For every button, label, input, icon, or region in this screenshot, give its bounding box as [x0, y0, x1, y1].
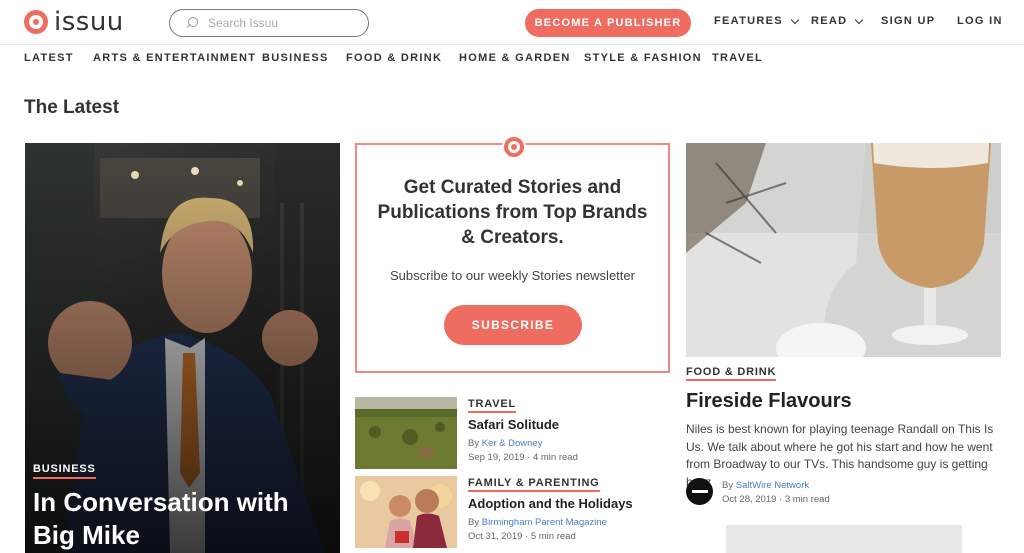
subscribe-button[interactable]: SUBSCRIBE: [444, 305, 582, 345]
nav-read-label: READ: [811, 15, 848, 27]
publisher-logo-mark: [691, 490, 708, 493]
issuu-logo[interactable]: issuu: [24, 9, 124, 35]
category-business[interactable]: BUSINESS: [262, 52, 329, 64]
author-link[interactable]: Ker & Downey: [482, 438, 543, 449]
become-publisher-button[interactable]: BECOME A PUBLISHER: [525, 9, 691, 37]
category-latest[interactable]: LATEST: [24, 52, 74, 64]
newsletter-title: Get Curated Stories and Publications fro…: [377, 177, 648, 248]
category-travel[interactable]: TRAVEL: [712, 52, 763, 64]
story-thumbnail[interactable]: [355, 476, 457, 548]
next-story-thumbnail[interactable]: [726, 525, 962, 553]
search-input[interactable]: [208, 16, 358, 30]
feature-title[interactable]: In Conversation with Big Mike: [33, 486, 333, 552]
chevron-down-icon: [855, 15, 864, 24]
category-bar: LATEST ARTS & ENTERTAINMENT BUSINESS FOO…: [0, 45, 1024, 71]
story-date: Oct 31, 2019 · 5 min read: [468, 531, 576, 542]
category-style-fashion[interactable]: STYLE & FASHION: [584, 52, 702, 64]
story-title[interactable]: Adoption and the Holidays: [468, 496, 633, 511]
category-food-drink[interactable]: FOOD & DRINK: [346, 52, 442, 64]
right-story-category-tag[interactable]: FOOD & DRINK: [686, 366, 777, 381]
nav-sign-up[interactable]: SIGN UP: [881, 15, 935, 27]
newsletter-signup-box: Get Curated Stories and Publications fro…: [355, 135, 670, 373]
publisher-avatar[interactable]: [686, 478, 713, 505]
story-thumbnail[interactable]: [355, 397, 457, 469]
feature-category-tag[interactable]: BUSINESS: [33, 463, 96, 479]
search-icon: [186, 17, 198, 29]
story-date: Sep 19, 2019 · 4 min read: [468, 452, 578, 463]
nav-log-in[interactable]: LOG IN: [957, 15, 1003, 27]
story-title[interactable]: Safari Solitude: [468, 417, 559, 432]
story-card[interactable]: FAMILY & PARENTING Adoption and the Holi…: [355, 476, 670, 550]
search-box[interactable]: [169, 9, 369, 37]
right-story-byline: By SaltWire Network: [722, 480, 809, 491]
nav-features[interactable]: FEATURES: [714, 15, 800, 27]
byline-prefix: By: [722, 480, 736, 491]
right-story-title[interactable]: Fireside Flavours: [686, 390, 852, 413]
author-link[interactable]: SaltWire Network: [736, 480, 809, 491]
story-category-tag[interactable]: FAMILY & PARENTING: [468, 477, 600, 492]
story-byline: By Birmingham Parent Magazine: [468, 517, 607, 528]
nav-features-label: FEATURES: [714, 15, 783, 27]
logo-text: issuu: [54, 7, 124, 37]
issuu-logo-icon: [504, 137, 524, 157]
byline-prefix: By: [468, 517, 482, 528]
category-home-garden[interactable]: HOME & GARDEN: [459, 52, 571, 64]
newsletter-subtitle: Subscribe to our weekly Stories newslett…: [390, 268, 635, 283]
section-title: The Latest: [24, 97, 120, 118]
story-byline: By Ker & Downey: [468, 438, 542, 449]
category-arts-entertainment[interactable]: ARTS & ENTERTAINMENT: [93, 52, 256, 64]
right-story-date: Oct 28, 2019 · 3 min read: [722, 494, 830, 505]
feature-story-card[interactable]: BUSINESS In Conversation with Big Mike: [25, 143, 340, 553]
nav-read[interactable]: READ: [811, 15, 864, 27]
top-navigation-bar: issuu BECOME A PUBLISHER FEATURES READ S…: [0, 0, 1024, 45]
author-link[interactable]: Birmingham Parent Magazine: [482, 517, 607, 528]
safari-image: [355, 397, 457, 469]
story-category-tag[interactable]: TRAVEL: [468, 398, 516, 413]
byline-prefix: By: [468, 438, 482, 449]
issuu-logo-icon: [24, 10, 48, 34]
family-holiday-image: [355, 476, 457, 548]
drink-image: [686, 143, 1001, 357]
story-card[interactable]: TRAVEL Safari Solitude By Ker & Downey S…: [355, 397, 670, 471]
right-story-image[interactable]: [686, 143, 1001, 357]
chevron-down-icon: [790, 15, 800, 24]
newsletter-badge: [502, 135, 526, 159]
